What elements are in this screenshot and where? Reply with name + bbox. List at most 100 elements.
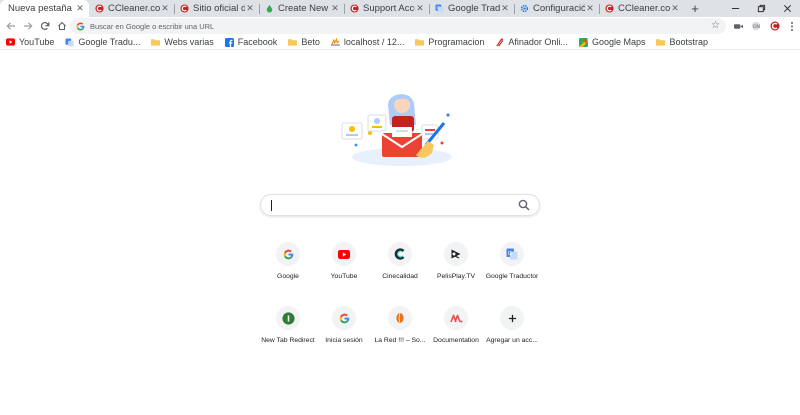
bookmark-folder-webs-varias[interactable]: Webs varias bbox=[151, 37, 214, 47]
svg-text:G: G bbox=[508, 251, 512, 257]
shortcut-icon-bg bbox=[500, 306, 524, 330]
folder-icon bbox=[151, 38, 161, 47]
omnibox[interactable]: Buscar en Google o escribir una URL ☆ bbox=[70, 18, 726, 34]
minimize-button[interactable] bbox=[722, 0, 748, 17]
tuner-icon bbox=[495, 38, 504, 47]
shortcut-add[interactable]: Agregar un acc... bbox=[476, 304, 548, 358]
close-icon[interactable]: ✕ bbox=[670, 3, 680, 14]
back-button[interactable] bbox=[2, 17, 19, 35]
minimize-icon bbox=[731, 8, 739, 9]
bookmark-label: Google Maps bbox=[591, 37, 646, 47]
menu-button[interactable] bbox=[783, 17, 800, 35]
toolbar-extensions: ON bbox=[730, 17, 800, 35]
google-icon bbox=[339, 313, 349, 323]
shortcut-google-traductor[interactable]: G Google Traductor bbox=[476, 240, 548, 294]
tab-google-translate[interactable]: G Google Tradu ✕ bbox=[429, 0, 514, 17]
tab-title: Sitio oficial d bbox=[193, 3, 245, 14]
close-window-button[interactable] bbox=[774, 0, 800, 17]
bookmark-folder-beto[interactable]: Beto bbox=[288, 37, 320, 47]
camera-button[interactable] bbox=[730, 17, 747, 35]
new-tab-page: Google YouTube Cinecalidad PelisPlay.TV … bbox=[0, 51, 800, 415]
window-controls bbox=[722, 0, 800, 17]
new-tab-button[interactable]: + bbox=[686, 0, 704, 17]
shortcut-icon-bg bbox=[444, 306, 468, 330]
close-icon[interactable]: ✕ bbox=[330, 3, 340, 14]
close-icon[interactable]: ✕ bbox=[160, 3, 170, 14]
home-button[interactable] bbox=[53, 17, 70, 35]
close-icon[interactable]: ✕ bbox=[500, 3, 510, 14]
bookmark-label: Webs varias bbox=[164, 37, 214, 47]
forward-button[interactable] bbox=[19, 17, 36, 35]
bookmark-label: Beto bbox=[301, 37, 320, 47]
svg-text:G: G bbox=[436, 5, 440, 11]
folder-icon bbox=[415, 38, 425, 47]
reload-button[interactable] bbox=[36, 17, 53, 35]
tab-new-tab[interactable]: Nueva pestaña ✕ bbox=[0, 0, 89, 17]
bookmark-localhost[interactable]: localhost / 12... bbox=[330, 37, 404, 47]
restore-button[interactable] bbox=[748, 0, 774, 17]
tab-title: CCleaner.com bbox=[618, 3, 670, 14]
shortcut-label: Google Traductor bbox=[485, 273, 539, 280]
bookmark-label: Google Tradu... bbox=[78, 37, 141, 47]
bookmark-label: Facebook bbox=[237, 37, 278, 47]
tab-configuracion[interactable]: Configuración ✕ bbox=[514, 0, 599, 17]
tab-title: Support Acco bbox=[363, 3, 415, 14]
bookmark-afinador[interactable]: Afinador Onli... bbox=[495, 37, 568, 47]
bookmark-label: Bootstrap bbox=[669, 37, 708, 47]
bookmark-google-maps[interactable]: Google Maps bbox=[578, 37, 646, 47]
close-icon[interactable]: ✕ bbox=[415, 3, 425, 14]
bookmark-google-translate[interactable]: Google Tradu... bbox=[65, 37, 140, 47]
bookmark-youtube[interactable]: YouTube bbox=[6, 37, 54, 47]
google-translate-icon bbox=[65, 37, 74, 47]
shortcut-icon-bg bbox=[276, 242, 300, 266]
ccleaner-icon bbox=[350, 4, 359, 13]
doodle-illustration bbox=[336, 83, 464, 171]
facebook-icon bbox=[224, 37, 234, 47]
pelisplay-icon bbox=[451, 249, 461, 259]
tab-sitio-oficial[interactable]: Sitio oficial d ✕ bbox=[174, 0, 259, 17]
shortcut-icon-bg bbox=[276, 306, 300, 330]
extension-circle-icon: ON bbox=[751, 21, 760, 31]
google-translate-icon: G bbox=[506, 248, 518, 260]
ccleaner-extension-button[interactable] bbox=[766, 17, 783, 35]
extension-button[interactable]: ON bbox=[747, 17, 764, 35]
google-g-icon bbox=[76, 22, 85, 30]
shortcut-icon-bg: G bbox=[500, 242, 524, 266]
bookmark-label: Programacion bbox=[428, 37, 485, 47]
close-icon bbox=[783, 5, 791, 12]
tab-title: Create New Ta bbox=[278, 3, 330, 14]
omnibox-placeholder: Buscar en Google o escribir una URL bbox=[90, 21, 215, 31]
tab-ccleaner-2[interactable]: CCleaner.com ✕ bbox=[599, 0, 684, 17]
bookmark-folder-programacion[interactable]: Programacion bbox=[415, 37, 484, 47]
video-camera-icon bbox=[734, 23, 743, 29]
folder-icon bbox=[288, 38, 298, 47]
tab-strip: Nueva pestaña ✕ CCleaner.com ✕ Sitio ofi… bbox=[0, 0, 800, 17]
bookmark-label: YouTube bbox=[19, 37, 55, 47]
google-icon bbox=[283, 249, 293, 259]
ccleaner-icon bbox=[770, 21, 779, 31]
close-icon[interactable]: ✕ bbox=[75, 3, 85, 14]
shortcut-icon-bg bbox=[388, 242, 412, 266]
bookmark-folder-bootstrap[interactable]: Bootstrap bbox=[656, 37, 708, 47]
bookmark-star-icon[interactable]: ☆ bbox=[711, 20, 720, 31]
ntp-search-box[interactable] bbox=[260, 194, 540, 216]
reload-icon bbox=[40, 22, 49, 30]
search-icon[interactable] bbox=[518, 199, 530, 211]
tab-support[interactable]: Support Acco ✕ bbox=[344, 0, 429, 17]
add-icon bbox=[508, 314, 516, 322]
tab-ccleaner[interactable]: CCleaner.com ✕ bbox=[89, 0, 174, 17]
tab-title: CCleaner.com bbox=[108, 3, 160, 14]
close-icon[interactable]: ✕ bbox=[245, 3, 255, 14]
tab-create-new[interactable]: Create New Ta ✕ bbox=[259, 0, 344, 17]
home-icon bbox=[57, 21, 66, 31]
close-icon[interactable]: ✕ bbox=[585, 3, 595, 14]
ccleaner-icon bbox=[605, 4, 614, 13]
shortcut-label: Agregar un acc... bbox=[486, 337, 538, 344]
restore-icon bbox=[757, 4, 765, 13]
phpmyadmin-icon bbox=[330, 38, 340, 47]
cinecalidad-icon bbox=[394, 248, 405, 260]
shortcut-icon-bg bbox=[332, 242, 356, 266]
shortcut-icon-bg bbox=[332, 306, 356, 330]
bookmark-facebook[interactable]: Facebook bbox=[224, 37, 278, 47]
bookmark-label: Afinador Onli... bbox=[508, 37, 568, 47]
